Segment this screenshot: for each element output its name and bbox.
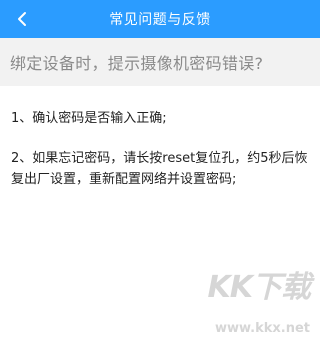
- watermark: KK下载 www.kkx.net: [194, 270, 311, 337]
- faq-screen: 常见问题与反馈 绑定设备时，提示摄像机密码错误? 1、确认密码是否输入正确; 2…: [0, 0, 320, 343]
- back-button[interactable]: [10, 7, 34, 31]
- watermark-url: www.kkx.net: [214, 321, 310, 336]
- top-bar: 常见问题与反馈: [0, 0, 320, 38]
- chevron-left-icon: [18, 12, 26, 26]
- question-section: 绑定设备时，提示摄像机密码错误?: [0, 38, 320, 86]
- watermark-brand: KK下载: [207, 270, 311, 305]
- answer-item: 1、确认密码是否输入正确;: [11, 111, 167, 126]
- question-text: 绑定设备时，提示摄像机密码错误?: [10, 54, 264, 73]
- page-title: 常见问题与反馈: [109, 12, 211, 28]
- answer-item: 2、如果忘记密码，请长按reset复位孔，约5秒后恢复出厂设置，重新配置网络并设…: [11, 151, 308, 187]
- answer-section: 1、确认密码是否输入正确; 2、如果忘记密码，请长按reset复位孔，约5秒后恢…: [0, 86, 320, 190]
